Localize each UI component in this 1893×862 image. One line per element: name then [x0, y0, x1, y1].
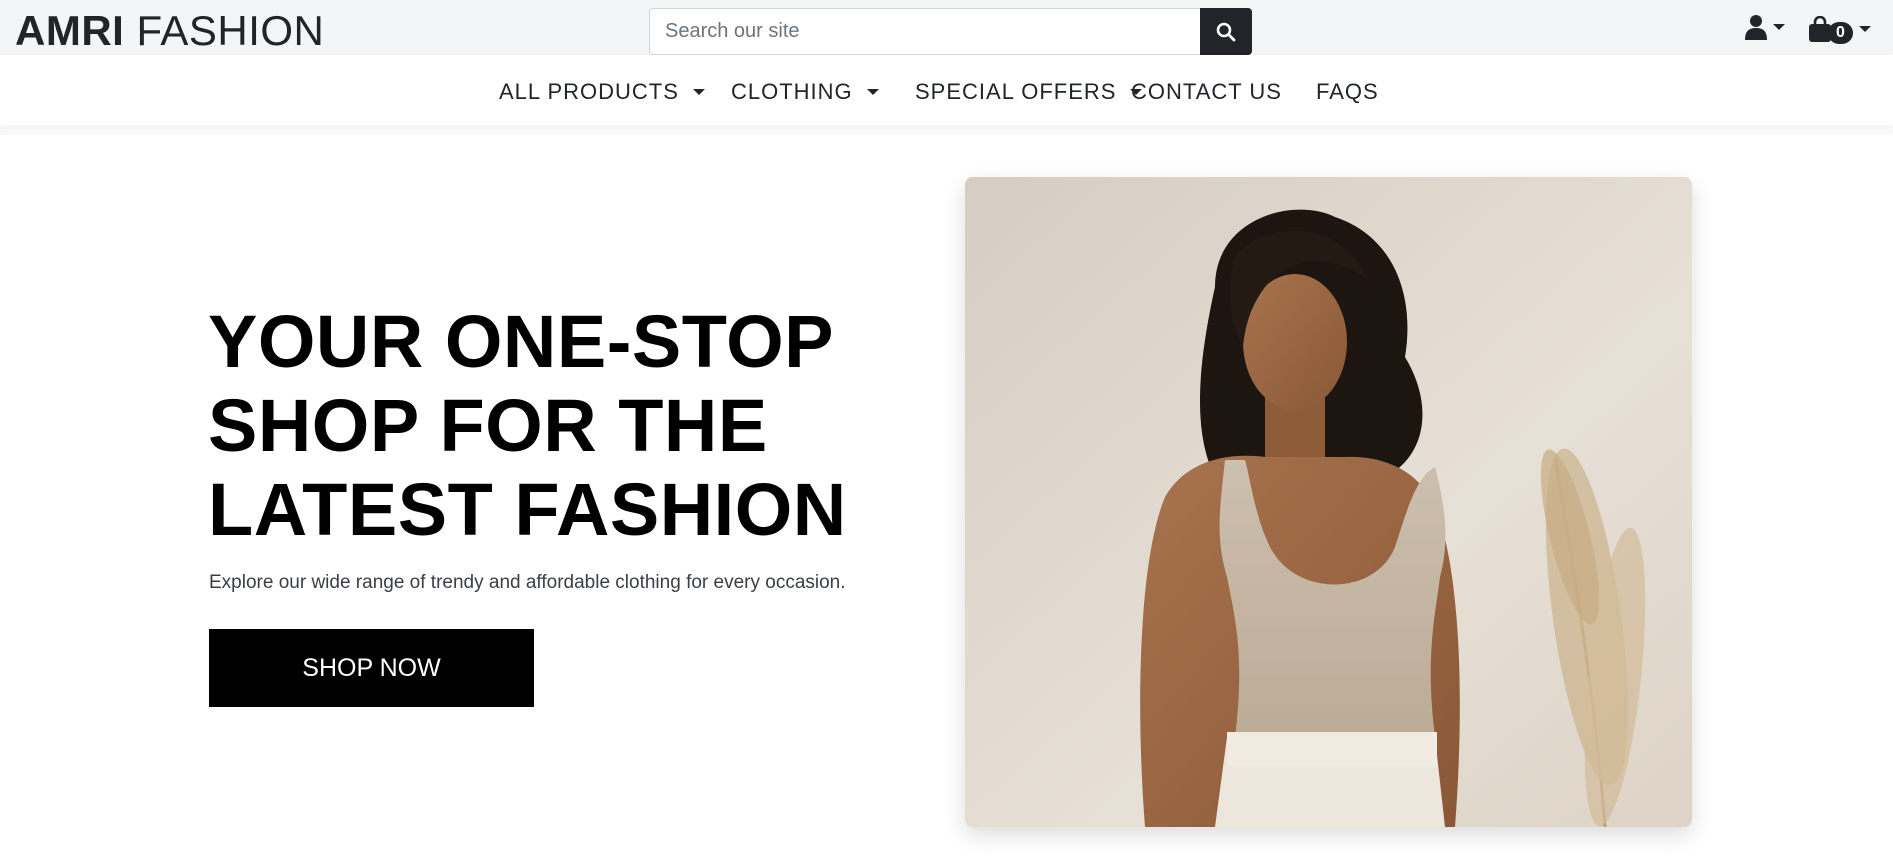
chevron-down-icon: [866, 89, 879, 95]
search-form: [649, 8, 1252, 55]
main-nav: ALL PRODUCTS CLOTHING SPECIAL OFFERS CON…: [0, 55, 1893, 125]
nav-item-label: FAQS: [1316, 79, 1379, 104]
user-icon: [1745, 15, 1767, 40]
nav-item-label: CONTACT US: [1131, 79, 1282, 104]
search-input[interactable]: [649, 8, 1200, 55]
hero-subtitle: Explore our wide range of trendy and aff…: [209, 572, 846, 593]
nav-item-label: CLOTHING: [731, 79, 853, 104]
top-bar: AMRI FASHION 0: [0, 0, 1893, 55]
nav-item-contact-us[interactable]: CONTACT US: [1131, 79, 1282, 105]
account-menu[interactable]: [1745, 14, 1785, 40]
cart-count-badge: 0: [1828, 22, 1853, 44]
chevron-down-icon: [1773, 24, 1785, 30]
nav-item-faqs[interactable]: FAQS: [1316, 79, 1379, 105]
nav-item-label: SPECIAL OFFERS: [915, 79, 1117, 104]
chevron-down-icon: [692, 89, 705, 95]
brand-name-part1: AMRI: [15, 7, 125, 54]
hero-title-line: YOUR ONE-STOP: [208, 300, 834, 383]
search-button[interactable]: [1200, 8, 1252, 55]
brand-name-part2: FASHION: [136, 7, 325, 54]
hero-title-line: LATEST FASHION: [208, 468, 847, 551]
nav-item-special-offers[interactable]: SPECIAL OFFERS: [915, 79, 1143, 105]
chevron-down-icon: [1858, 26, 1871, 32]
hero-title: YOUR ONE-STOP SHOP FOR THE LATEST FASHIO…: [208, 300, 908, 552]
hero-image: [965, 177, 1692, 827]
nav-item-all-products[interactable]: ALL PRODUCTS: [499, 79, 705, 105]
nav-divider: [0, 125, 1893, 135]
shop-now-button[interactable]: SHOP NOW: [209, 629, 534, 707]
nav-item-label: ALL PRODUCTS: [499, 79, 679, 104]
brand-logo[interactable]: AMRI FASHION: [15, 8, 324, 54]
cart-menu[interactable]: 0: [1808, 14, 1871, 44]
search-icon: [1216, 22, 1236, 41]
hero-title-line: SHOP FOR THE: [208, 384, 768, 467]
fashion-model-image: [965, 177, 1692, 827]
nav-item-clothing[interactable]: CLOTHING: [731, 79, 879, 105]
